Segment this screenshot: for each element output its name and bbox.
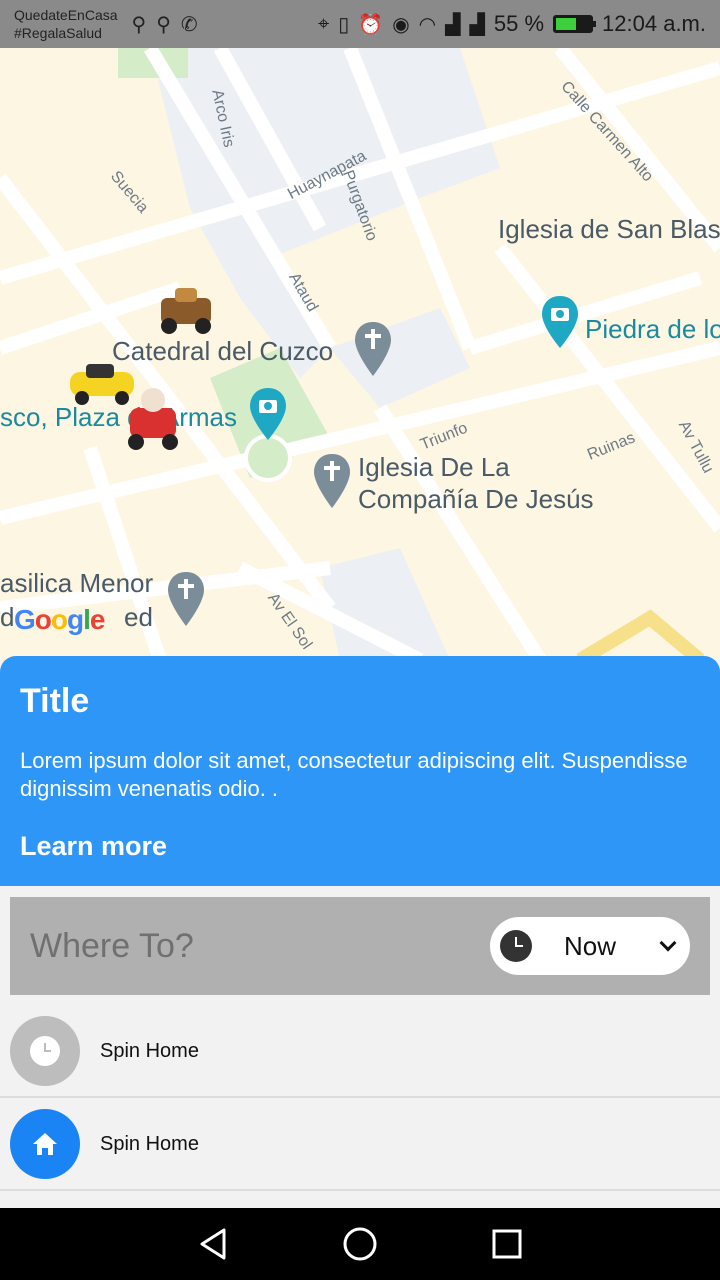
poi-label[interactable]: Compañía De Jesús — [358, 484, 594, 515]
poi-label[interactable]: Piedra de lo — [585, 314, 720, 345]
home-button[interactable] — [330, 1214, 390, 1274]
alarm-icon: ⏰ — [358, 13, 384, 36]
search-placeholder[interactable]: Where To? — [30, 927, 194, 966]
poi-label[interactable]: asilica Menor — [0, 568, 153, 599]
recents-button[interactable] — [477, 1214, 537, 1274]
poi-label[interactable]: ed — [124, 602, 153, 633]
system-icons: ⌖ ▯ ⏰ ◉ ◠ ▟ ▟ 55 % 12:04 a.m. — [318, 11, 706, 37]
back-triangle-icon — [200, 1228, 226, 1260]
status-bar: QuedateEnCasa #RegalaSalud ⚲ ⚲ ✆ ⌖ ▯ ⏰ ◉… — [0, 0, 720, 48]
system-nav-bar — [0, 1208, 720, 1280]
kart-marker-icon[interactable] — [124, 384, 182, 454]
kart-marker-icon[interactable] — [155, 284, 217, 336]
signal-icon: ▟ — [445, 13, 461, 36]
map-view[interactable]: Arco Iris Suecia Huaynapata Purgatorio A… — [0, 48, 720, 660]
home-icon — [10, 1109, 80, 1179]
eye-icon: ◉ — [392, 13, 410, 36]
location-icon: ⌖ — [318, 12, 330, 35]
list-item-label: Spin Home — [100, 1132, 199, 1155]
usb-icon: ⚲ — [156, 13, 171, 36]
status-line-2: #RegalaSalud — [14, 25, 102, 41]
recents-square-icon — [492, 1229, 522, 1259]
google-logo: Google — [14, 604, 105, 635]
vibrate-icon: ▯ — [338, 13, 350, 36]
back-button[interactable] — [183, 1214, 243, 1274]
info-card-title: Title — [20, 682, 90, 720]
status-notification-text: QuedateEnCasa #RegalaSalud — [14, 6, 118, 42]
notification-icons: ⚲ ⚲ ✆ — [132, 12, 198, 37]
battery-percent: 55 % — [493, 11, 545, 36]
poi-label[interactable]: Iglesia de San Blas — [498, 214, 720, 245]
clock-icon — [500, 930, 532, 962]
learn-more-link[interactable]: Learn more — [20, 831, 700, 862]
where-to-search-bar[interactable]: Where To? Now — [10, 897, 710, 995]
app-screen: QuedateEnCasa #RegalaSalud ⚲ ⚲ ✆ ⌖ ▯ ⏰ ◉… — [0, 0, 720, 1280]
poi-label[interactable]: Iglesia De La — [358, 452, 510, 483]
list-item-home[interactable]: Spin Home — [0, 1099, 720, 1191]
chevron-down-icon — [659, 934, 677, 952]
usb-icon: ⚲ — [131, 13, 147, 36]
battery-icon — [553, 15, 597, 33]
time-selector-button[interactable]: Now — [490, 917, 690, 975]
clock-icon — [10, 1016, 80, 1086]
status-line-1: QuedateEnCasa — [14, 7, 118, 23]
list-item-recent[interactable]: Spin Home — [0, 1006, 720, 1098]
whatsapp-icon: ✆ — [180, 13, 198, 36]
poi-label[interactable]: Catedral del Cuzco — [112, 336, 333, 367]
home-circle-icon — [343, 1227, 377, 1261]
list-item-label: Spin Home — [100, 1039, 199, 1062]
info-card-body: Lorem ipsum dolor sit amet, consectetur … — [20, 748, 688, 801]
clock-time: 12:04 a.m. — [602, 11, 706, 36]
wifi-icon: ◠ — [418, 13, 437, 36]
poi-label[interactable]: d — [0, 602, 14, 633]
time-selector-label: Now — [564, 930, 617, 961]
signal-icon: ▟ — [469, 13, 485, 36]
info-card: Title Lorem ipsum dolor sit amet, consec… — [0, 656, 720, 886]
